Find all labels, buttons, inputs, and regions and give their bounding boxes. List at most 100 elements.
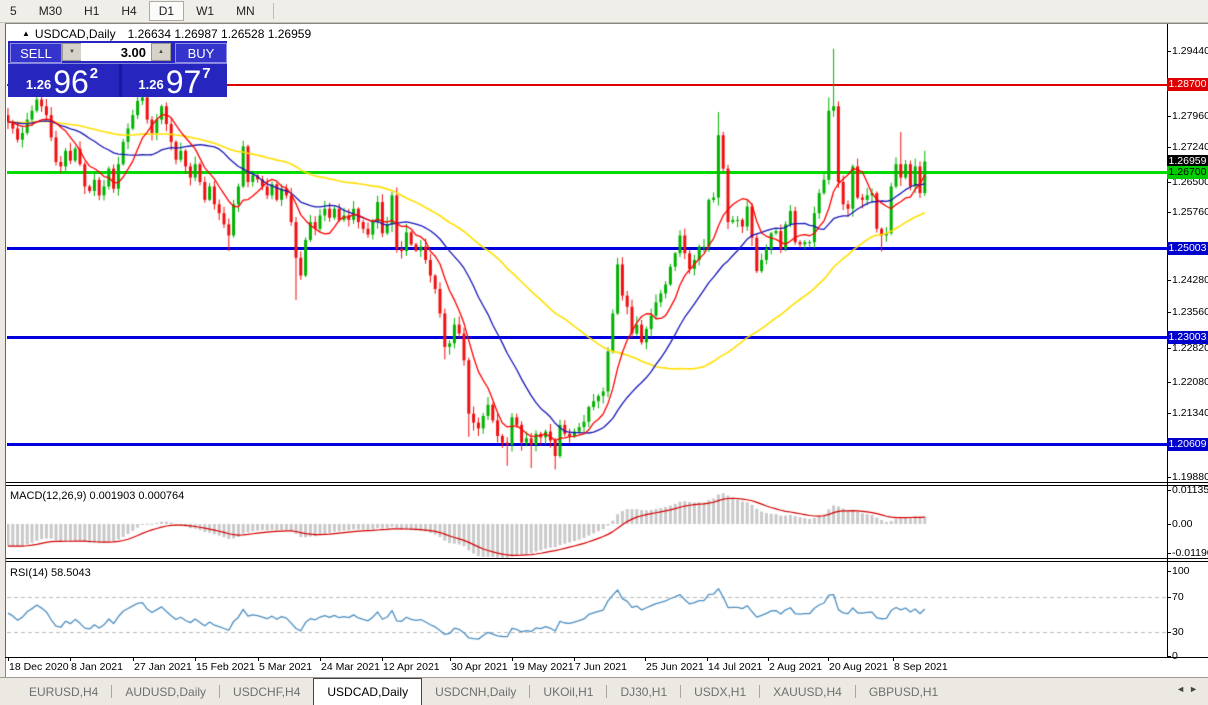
one-click-trading-panel: SELL ▼ ▲ BUY 1.26 96 2 1.26 97 7 [8, 41, 227, 100]
price-badge-1.25003: 1.25003 [1167, 241, 1208, 255]
macd-rsi-separator-lower [5, 561, 1208, 562]
chart-tab-eurusd-h4[interactable]: EURUSD,H4 [16, 678, 111, 705]
price-axis-tick [1167, 212, 1171, 213]
sell-button[interactable]: SELL [10, 43, 62, 63]
price-axis-tick [1167, 182, 1171, 183]
price-macd-separator[interactable] [5, 482, 1208, 483]
rsi-axis-label-70: 70 [1172, 591, 1184, 603]
chart-tab-usdchf-h4[interactable]: USDCHF,H4 [220, 678, 313, 705]
buy-price-pip-digit: 7 [202, 65, 211, 82]
price-axis-label-1.27240: 1.27240 [1172, 141, 1208, 153]
chart-tab-audusd-daily[interactable]: AUDUSD,Daily [112, 678, 219, 705]
rsi-axis-tick [1167, 571, 1171, 572]
volume-input[interactable] [81, 43, 151, 61]
price-axis-label-1.21340: 1.21340 [1172, 407, 1208, 419]
price-axis-tick [1167, 413, 1171, 414]
volume-decrease-button[interactable]: ▼ [62, 43, 82, 61]
date-label-18-Dec-2020: 18 Dec 2020 [9, 661, 69, 673]
date-label-14-Jul-2021: 14 Jul 2021 [708, 661, 763, 673]
chart-tab-ukoil-h1[interactable]: UKOil,H1 [530, 678, 606, 705]
macd-axis-label-0.00: 0.00 [1172, 518, 1193, 530]
date-label-20-Aug-2021: 20 Aug 2021 [829, 661, 888, 673]
rsi-label: RSI(14) 58.5043 [10, 567, 91, 579]
price-axis-tick [1167, 51, 1171, 52]
price-axis-label-1.27960: 1.27960 [1172, 110, 1208, 122]
price-axis-label-1.29440: 1.29440 [1172, 45, 1208, 57]
rsi-axis-tick [1167, 656, 1171, 657]
macd-axis-label-0.01135: 0.01135 [1172, 484, 1208, 496]
date-label-15-Feb-2021: 15 Feb 2021 [196, 661, 255, 673]
chart-bottom-frame [5, 657, 1208, 658]
buy-price-display[interactable]: 1.26 97 7 [119, 63, 227, 100]
chart-left-frame [5, 24, 6, 657]
tab-scroll-arrows[interactable]: ◄► [1176, 684, 1202, 694]
sell-price-display[interactable]: 1.26 96 2 [8, 63, 116, 100]
chart-tab-xauusd-h4[interactable]: XAUUSD,H4 [760, 678, 855, 705]
date-label-12-Apr-2021: 12 Apr 2021 [383, 661, 440, 673]
sell-price-big-digits: 96 [53, 63, 89, 100]
price-axis-label-1.22820: 1.22820 [1172, 342, 1208, 354]
buy-button[interactable]: BUY [175, 43, 227, 63]
macd-rsi-separator[interactable] [5, 558, 1208, 559]
date-label-5-Mar-2021: 5 Mar 2021 [259, 661, 313, 673]
chart-tab-dj30-h1[interactable]: DJ30,H1 [607, 678, 680, 705]
chart-tab-usdcnh-daily[interactable]: USDCNH,Daily [422, 678, 529, 705]
timeframe-button-h1[interactable]: H1 [74, 1, 109, 21]
rsi-axis-label-0: 0 [1172, 650, 1178, 662]
chart-tab-usdcad-daily[interactable]: USDCAD,Daily [313, 678, 423, 705]
price-badge-1.23003: 1.23003 [1167, 330, 1208, 344]
buy-price-prefix: 1.26 [138, 77, 164, 92]
macd-axis-tick [1167, 490, 1171, 491]
rsi-axis-label-100: 100 [1172, 565, 1190, 577]
date-label-27-Jan-2021: 27 Jan 2021 [134, 661, 192, 673]
date-label-24-Mar-2021: 24 Mar 2021 [321, 661, 380, 673]
rsi-axis-label-30: 30 [1172, 626, 1184, 638]
date-label-8-Jan-2021: 8 Jan 2021 [71, 661, 123, 673]
timeframe-button-m30[interactable]: M30 [29, 1, 72, 21]
date-label-19-May-2021: 19 May 2021 [513, 661, 574, 673]
rsi-axis-tick [1167, 632, 1171, 633]
rsi-axis-tick [1167, 597, 1171, 598]
sell-price-prefix: 1.26 [25, 77, 52, 92]
sell-price-pip-digit: 2 [89, 65, 99, 82]
volume-increase-button[interactable]: ▲ [151, 43, 171, 61]
timeframe-toolbar: 5 M30 H1 H4 D1 W1 MN [0, 0, 1208, 23]
chart-tab-gbpusd-h1[interactable]: GBPUSD,H1 [856, 678, 951, 705]
price-axis-tick [1167, 116, 1171, 117]
price-axis-tick [1167, 280, 1171, 281]
chart-canvas[interactable] [7, 25, 1167, 658]
trade-panel-top-row: SELL ▼ ▲ BUY [8, 41, 227, 64]
timeframe-button-d1[interactable]: D1 [148, 1, 185, 21]
price-axis-tick [1167, 382, 1171, 383]
price-axis-label-1.24280: 1.24280 [1172, 274, 1208, 286]
chart-tab-usdx-h1[interactable]: USDX,H1 [681, 678, 759, 705]
price-axis-tick [1167, 147, 1171, 148]
price-badge-1.26700: 1.26700 [1167, 165, 1208, 179]
date-label-25-Jun-2021: 25 Jun 2021 [646, 661, 704, 673]
price-axis-label-1.22080: 1.22080 [1172, 376, 1208, 388]
tab-scroll-right-icon[interactable]: ► [1189, 684, 1202, 694]
buy-price-big-digits: 97 [165, 63, 202, 100]
price-axis-tick [1167, 312, 1171, 313]
timeframe-button-h4[interactable]: H4 [111, 1, 146, 21]
macd-label: MACD(12,26,9) 0.001903 0.000764 [10, 490, 185, 502]
macd-axis-tick [1167, 524, 1171, 525]
date-label-30-Apr-2021: 30 Apr 2021 [451, 661, 508, 673]
date-label-7-Jun-2021: 7 Jun 2021 [575, 661, 627, 673]
macd-axis-label--0.01190: -0.01190 [1172, 547, 1208, 559]
price-badge-1.28700: 1.28700 [1167, 77, 1208, 91]
price-axis-label-1.25760: 1.25760 [1172, 206, 1208, 218]
timeframe-button-5[interactable]: 5 [0, 1, 27, 21]
date-label-8-Sep-2021: 8 Sep 2021 [894, 661, 948, 673]
toolbar-separator [272, 3, 274, 19]
tab-scroll-left-icon[interactable]: ◄ [1176, 684, 1189, 694]
price-axis-tick [1167, 477, 1171, 478]
price-badge-1.20609: 1.20609 [1167, 437, 1208, 451]
timeframe-button-mn[interactable]: MN [226, 1, 265, 21]
price-macd-separator-lower [5, 485, 1208, 486]
price-axis-label-1.19880: 1.19880 [1172, 471, 1208, 483]
date-label-2-Aug-2021: 2 Aug 2021 [769, 661, 823, 673]
timeframe-button-w1[interactable]: W1 [186, 1, 224, 21]
tab-bar-left-spacer [0, 678, 16, 705]
chart-tab-bar: EURUSD,H4 AUDUSD,Daily USDCHF,H4 USDCAD,Dai… [0, 677, 1208, 705]
